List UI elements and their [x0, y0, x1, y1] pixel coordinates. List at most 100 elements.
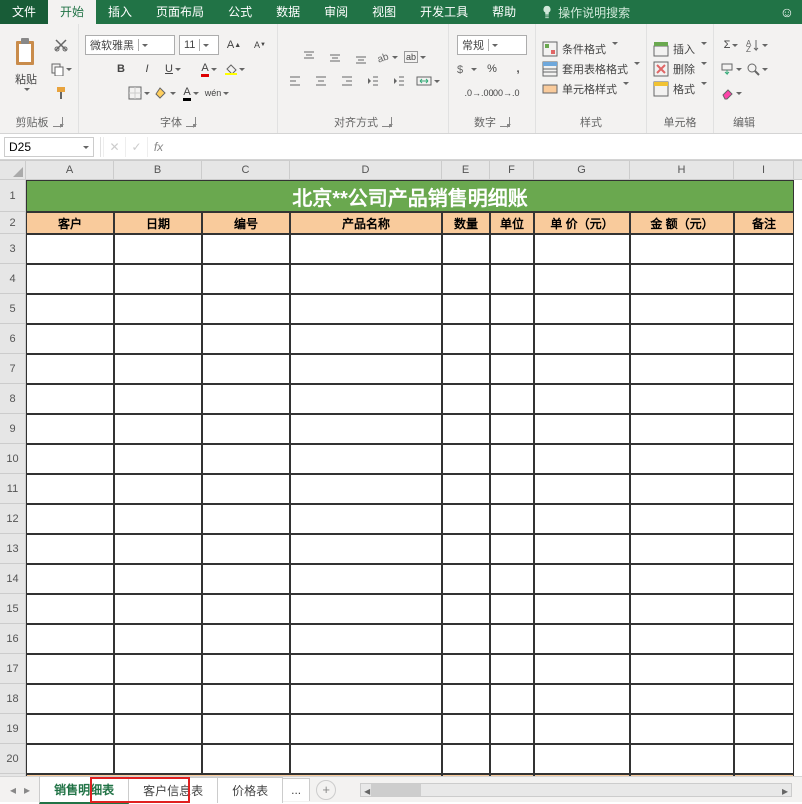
find-button[interactable] [746, 59, 768, 79]
cell[interactable] [114, 564, 202, 594]
cancel-formula-button[interactable]: ✕ [103, 137, 125, 157]
cell[interactable] [534, 504, 630, 534]
underline-button[interactable]: U [162, 59, 184, 79]
cell[interactable] [26, 294, 114, 324]
cell[interactable] [734, 654, 794, 684]
cell[interactable] [442, 744, 490, 774]
row-header-12[interactable]: 12 [0, 504, 25, 534]
row-header-19[interactable]: 19 [0, 714, 25, 744]
col-header-C[interactable]: C [202, 161, 290, 179]
cell[interactable] [442, 474, 490, 504]
row-header-11[interactable]: 11 [0, 474, 25, 504]
smiley-icon[interactable]: ☺ [780, 4, 794, 20]
cell[interactable] [114, 264, 202, 294]
tab-nav-first[interactable]: ◂ [6, 781, 20, 799]
fill-button[interactable] [720, 59, 742, 79]
align-bot-button[interactable] [350, 47, 372, 67]
cell[interactable] [734, 744, 794, 774]
cell[interactable] [202, 324, 290, 354]
cell[interactable] [26, 324, 114, 354]
cell[interactable] [202, 744, 290, 774]
cell[interactable] [290, 654, 442, 684]
cell[interactable] [534, 414, 630, 444]
tab-review[interactable]: 审阅 [312, 0, 360, 24]
cell[interactable] [442, 504, 490, 534]
cell[interactable] [202, 354, 290, 384]
delete-cells-button[interactable]: 删除 [653, 61, 707, 77]
cell[interactable] [114, 624, 202, 654]
cell[interactable] [734, 714, 794, 744]
cell[interactable] [442, 264, 490, 294]
cell[interactable] [490, 354, 534, 384]
cell[interactable] [534, 684, 630, 714]
cell[interactable] [26, 384, 114, 414]
cell[interactable] [26, 624, 114, 654]
font-launcher[interactable] [186, 117, 196, 127]
cell[interactable] [534, 444, 630, 474]
cell[interactable] [290, 504, 442, 534]
cell[interactable] [290, 384, 442, 414]
cell[interactable] [734, 444, 794, 474]
paste-button[interactable]: 粘贴 [6, 33, 46, 105]
indent-dec-button[interactable] [362, 71, 384, 91]
borders-button[interactable] [128, 83, 150, 103]
tell-me-search[interactable]: 操作说明搜索 [540, 4, 630, 21]
autosum-button[interactable]: Σ [720, 35, 742, 55]
col-header-I[interactable]: I [734, 161, 794, 179]
cell[interactable] [290, 324, 442, 354]
cell[interactable] [114, 474, 202, 504]
phonetic-button[interactable]: wén [206, 83, 228, 103]
cell[interactable] [630, 624, 734, 654]
cell[interactable] [290, 744, 442, 774]
row-header-6[interactable]: 6 [0, 324, 25, 354]
number-format-combo[interactable]: 常规 [457, 35, 527, 55]
cell[interactable] [490, 534, 534, 564]
sheet-tab-more[interactable]: ... [282, 778, 310, 801]
cell[interactable] [114, 504, 202, 534]
cell[interactable] [202, 504, 290, 534]
cell[interactable] [534, 324, 630, 354]
align-top-button[interactable] [298, 47, 320, 67]
cell[interactable] [490, 294, 534, 324]
cell[interactable] [114, 324, 202, 354]
row-header-17[interactable]: 17 [0, 654, 25, 684]
cells-grid[interactable]: 北京**公司产品销售明细账客户日期编号产品名称数量单位单 价（元）金 额（元）备… [26, 180, 802, 776]
row-header-15[interactable]: 15 [0, 594, 25, 624]
cell[interactable] [202, 414, 290, 444]
clear-button[interactable] [720, 83, 742, 103]
cell[interactable] [630, 444, 734, 474]
cell[interactable] [290, 294, 442, 324]
cell[interactable] [290, 534, 442, 564]
cell[interactable] [490, 384, 534, 414]
cell[interactable] [202, 534, 290, 564]
hscroll-thumb[interactable] [371, 784, 421, 796]
cell[interactable] [534, 354, 630, 384]
cell[interactable] [202, 714, 290, 744]
cell[interactable] [734, 684, 794, 714]
cell[interactable] [114, 534, 202, 564]
font-size-combo[interactable]: 11 [179, 35, 219, 55]
cell[interactable] [734, 624, 794, 654]
cell[interactable] [26, 744, 114, 774]
cell[interactable] [534, 594, 630, 624]
cell[interactable] [490, 324, 534, 354]
cell[interactable] [290, 264, 442, 294]
cell[interactable] [202, 474, 290, 504]
cell[interactable] [114, 294, 202, 324]
cell[interactable] [442, 654, 490, 684]
cell[interactable] [114, 414, 202, 444]
cell[interactable] [290, 684, 442, 714]
cell[interactable] [490, 474, 534, 504]
col-header-G[interactable]: G [534, 161, 630, 179]
cell[interactable] [442, 354, 490, 384]
tab-layout[interactable]: 页面布局 [144, 0, 216, 24]
cell[interactable] [490, 234, 534, 264]
cell[interactable] [490, 654, 534, 684]
font-color2-button[interactable]: A [180, 83, 202, 103]
cell[interactable] [202, 444, 290, 474]
cell[interactable] [290, 414, 442, 444]
row-header-13[interactable]: 13 [0, 534, 25, 564]
cell[interactable] [734, 564, 794, 594]
cell[interactable] [26, 264, 114, 294]
cell[interactable] [202, 294, 290, 324]
